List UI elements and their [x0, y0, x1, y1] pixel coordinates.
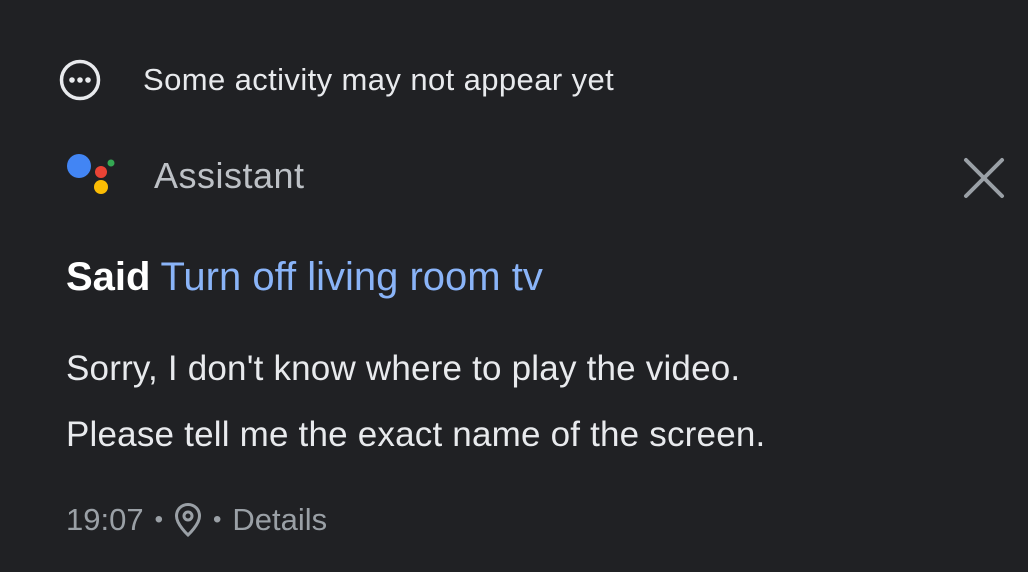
- google-assistant-icon: [67, 154, 115, 194]
- activity-time: 19:07: [66, 502, 144, 537]
- assistant-response: Sorry, I don't know where to play the vi…: [66, 336, 765, 468]
- activity-meta: 19:07 • • Details: [66, 500, 327, 540]
- app-name: Assistant: [154, 155, 305, 196]
- activity-notice: Some activity may not appear yet: [58, 58, 614, 102]
- said-prefix: Said: [66, 255, 151, 299]
- separator-dot: •: [212, 506, 222, 533]
- activity-notice-text: Some activity may not appear yet: [143, 62, 615, 97]
- details-link[interactable]: Details: [232, 502, 327, 538]
- activity-card: Some activity may not appear yet Assista…: [0, 0, 1028, 572]
- close-button[interactable]: [962, 156, 1006, 200]
- query-link[interactable]: Turn off living room tv: [160, 255, 542, 299]
- location-pin-icon[interactable]: [174, 502, 202, 538]
- query-line: Said Turn off living room tv: [66, 255, 543, 300]
- close-icon: [964, 158, 1004, 198]
- response-line: Sorry, I don't know where to play the vi…: [66, 349, 741, 388]
- activity-header: Assistant: [66, 152, 1012, 202]
- separator-dot: •: [154, 506, 163, 533]
- response-line: Please tell me the exact name of the scr…: [66, 415, 766, 454]
- more-horizontal-circle-icon: [59, 59, 101, 101]
